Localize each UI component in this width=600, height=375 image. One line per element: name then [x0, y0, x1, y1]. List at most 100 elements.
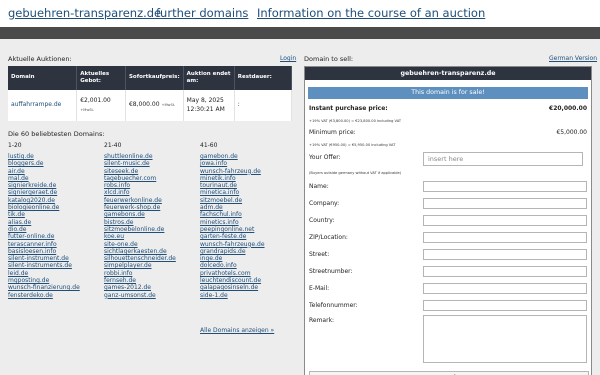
domain-link[interactable]: sichtlagerkaesten.de — [104, 248, 167, 255]
domain-link[interactable]: site-one.de — [104, 241, 138, 248]
domain-link[interactable]: leid.de — [8, 270, 28, 277]
domain-link[interactable]: garten-feste.de — [200, 233, 246, 240]
street-input[interactable] — [423, 249, 587, 260]
domain-link[interactable]: wunsch-fahrzeuge.de — [200, 241, 265, 248]
domain-link[interactable]: signierkreide.de — [8, 182, 56, 189]
offer-input[interactable] — [423, 152, 583, 166]
domain-link[interactable]: feuerwerkonline.de — [104, 197, 162, 204]
remark-textarea[interactable] — [423, 315, 587, 363]
domain-link[interactable]: leuchtendiscount.de — [200, 277, 261, 284]
list-item: silent-instruments.de — [8, 262, 80, 269]
domain-link[interactable]: tik.de — [8, 211, 25, 218]
domain-link[interactable]: tourinaut.de — [200, 182, 237, 189]
domain-link[interactable]: lustig.de — [8, 153, 34, 160]
domain-link[interactable]: silent-music.de — [104, 160, 150, 167]
domain-link[interactable]: minetik.info — [200, 175, 236, 182]
list-item: mal.de — [8, 175, 80, 182]
phone-input[interactable] — [423, 300, 587, 311]
list-item: gamebon.de — [200, 153, 265, 160]
country-input[interactable] — [423, 215, 587, 226]
auction-bid-value: €2,001.00 — [80, 97, 111, 105]
domain-link[interactable]: xlcd.info — [104, 189, 130, 196]
list-item: peepingonline.net — [200, 226, 265, 233]
domain-link[interactable]: sitzmoebelonline.de — [104, 226, 164, 233]
domain-link[interactable]: minetics.info — [200, 219, 239, 226]
domain-link[interactable]: futter-online.de — [8, 233, 54, 240]
domain-link[interactable]: silhouettenschneider.de — [104, 255, 176, 262]
domain-link[interactable]: katalog2020.de — [8, 197, 55, 204]
domain-link[interactable]: mgposting.de — [8, 277, 49, 284]
domain-link[interactable]: silent-instruments.de — [8, 262, 72, 269]
german-version-link[interactable]: German Version — [549, 55, 597, 62]
domain-link[interactable]: mal.de — [8, 175, 29, 182]
country-label: Country: — [309, 217, 335, 224]
minimum-price-label: Minimum price: — [309, 129, 356, 136]
list-item: minetica.info — [200, 189, 265, 196]
domain-link[interactable]: tagebuecher.com — [104, 175, 156, 182]
domain-link[interactable]: robbi.info — [104, 270, 132, 277]
streetnumber-input[interactable] — [423, 266, 587, 277]
auction-remaining-cell: : — [234, 90, 293, 121]
domain-link[interactable]: privathotels.com — [200, 270, 251, 277]
domain-link[interactable]: wunsch-fahrzeug.de — [200, 168, 261, 175]
domain-link[interactable]: alias.de — [8, 219, 31, 226]
nav-link-auction-info[interactable]: Information on the course of an auction — [257, 6, 485, 20]
auctions-heading: Aktuelle Auktionen: — [8, 55, 72, 63]
login-link[interactable]: Login — [280, 55, 296, 62]
nav-link-site[interactable]: gebuehren-transparenz.de — [8, 6, 161, 20]
list-item: silent-instrument.de — [8, 255, 80, 262]
for-sale-banner: This domain is for sale! — [308, 87, 588, 99]
domain-link[interactable]: gamebons.de — [104, 211, 145, 218]
email-input[interactable] — [423, 283, 587, 294]
domain-link[interactable]: shuttleonline.de — [104, 153, 153, 160]
domain-link[interactable]: silent-instrument.de — [8, 255, 69, 262]
domain-link[interactable]: simpelplayer.de — [104, 262, 152, 269]
all-domains-link[interactable]: Alle Domains anzeigen » — [200, 327, 274, 334]
domain-link[interactable]: basisloesen.info — [8, 248, 56, 255]
domain-link[interactable]: side-1.de — [200, 292, 228, 299]
domain-link[interactable]: wunsch-finanzierung.de — [8, 284, 80, 291]
name-input[interactable] — [423, 181, 587, 192]
domain-link[interactable]: robs.info — [104, 182, 130, 189]
send-button[interactable]: send — [309, 371, 589, 375]
domain-link[interactable]: air.de — [8, 168, 25, 175]
zip-location-input[interactable] — [423, 232, 587, 243]
list-item: terascanner.info — [8, 241, 80, 248]
domain-link[interactable]: gamebon.de — [200, 153, 238, 160]
table-header-row: Domain Aktuelles Gebot: Sofortkaufpreis:… — [8, 66, 293, 90]
domain-link[interactable]: signiergeraet.de — [8, 189, 57, 196]
domain-link[interactable]: dolcedo.info — [200, 262, 237, 269]
domain-link[interactable]: fernseh.de — [104, 277, 136, 284]
domains-column-2-heading: 21-40 — [104, 142, 122, 149]
domain-link[interactable]: fachschul.info — [200, 211, 242, 218]
domain-link[interactable]: jowa.info — [200, 160, 227, 167]
domain-link[interactable]: sitzmoebel.de — [200, 197, 242, 204]
domain-link[interactable]: bloggers.de — [8, 160, 43, 167]
column-header-current-bid: Aktuelles Gebot: — [76, 66, 126, 90]
domain-link[interactable]: minetica.info — [200, 189, 239, 196]
list-item: fensterdeko.de — [8, 292, 80, 299]
domain-link[interactable]: games-2012.de — [104, 284, 151, 291]
list-item: site-one.de — [104, 241, 176, 248]
domain-link[interactable]: galapagosinseln.de — [200, 284, 258, 291]
domain-link[interactable]: peepingonline.net — [200, 226, 254, 233]
list-item: katalog2020.de — [8, 197, 80, 204]
auction-domain-link[interactable]: auffahrrampe.de — [11, 101, 61, 108]
domain-link[interactable]: dio.de — [8, 226, 26, 233]
nav-link-further-domains[interactable]: further domains — [156, 6, 248, 20]
domain-link[interactable]: bistros.de — [104, 219, 134, 226]
list-item: sitzmoebelonline.de — [104, 226, 176, 233]
domain-link[interactable]: siteseek.de — [104, 168, 138, 175]
domain-link[interactable]: koe.eu — [104, 233, 124, 240]
list-item: privathotels.com — [200, 270, 265, 277]
domain-link[interactable]: biologieonline.de — [8, 204, 59, 211]
company-input[interactable] — [423, 198, 587, 209]
domain-link[interactable]: terascanner.info — [8, 241, 57, 248]
domain-link[interactable]: ganz-umsonst.de — [104, 292, 156, 299]
list-item: siteseek.de — [104, 168, 176, 175]
domain-link[interactable]: grandrapids.de — [200, 248, 246, 255]
domain-link[interactable]: fensterdeko.de — [8, 292, 53, 299]
domain-link[interactable]: adm.de — [200, 204, 223, 211]
domain-link[interactable]: inge.de — [200, 255, 222, 262]
domain-link[interactable]: feuerwerk-shop.de — [104, 204, 160, 211]
